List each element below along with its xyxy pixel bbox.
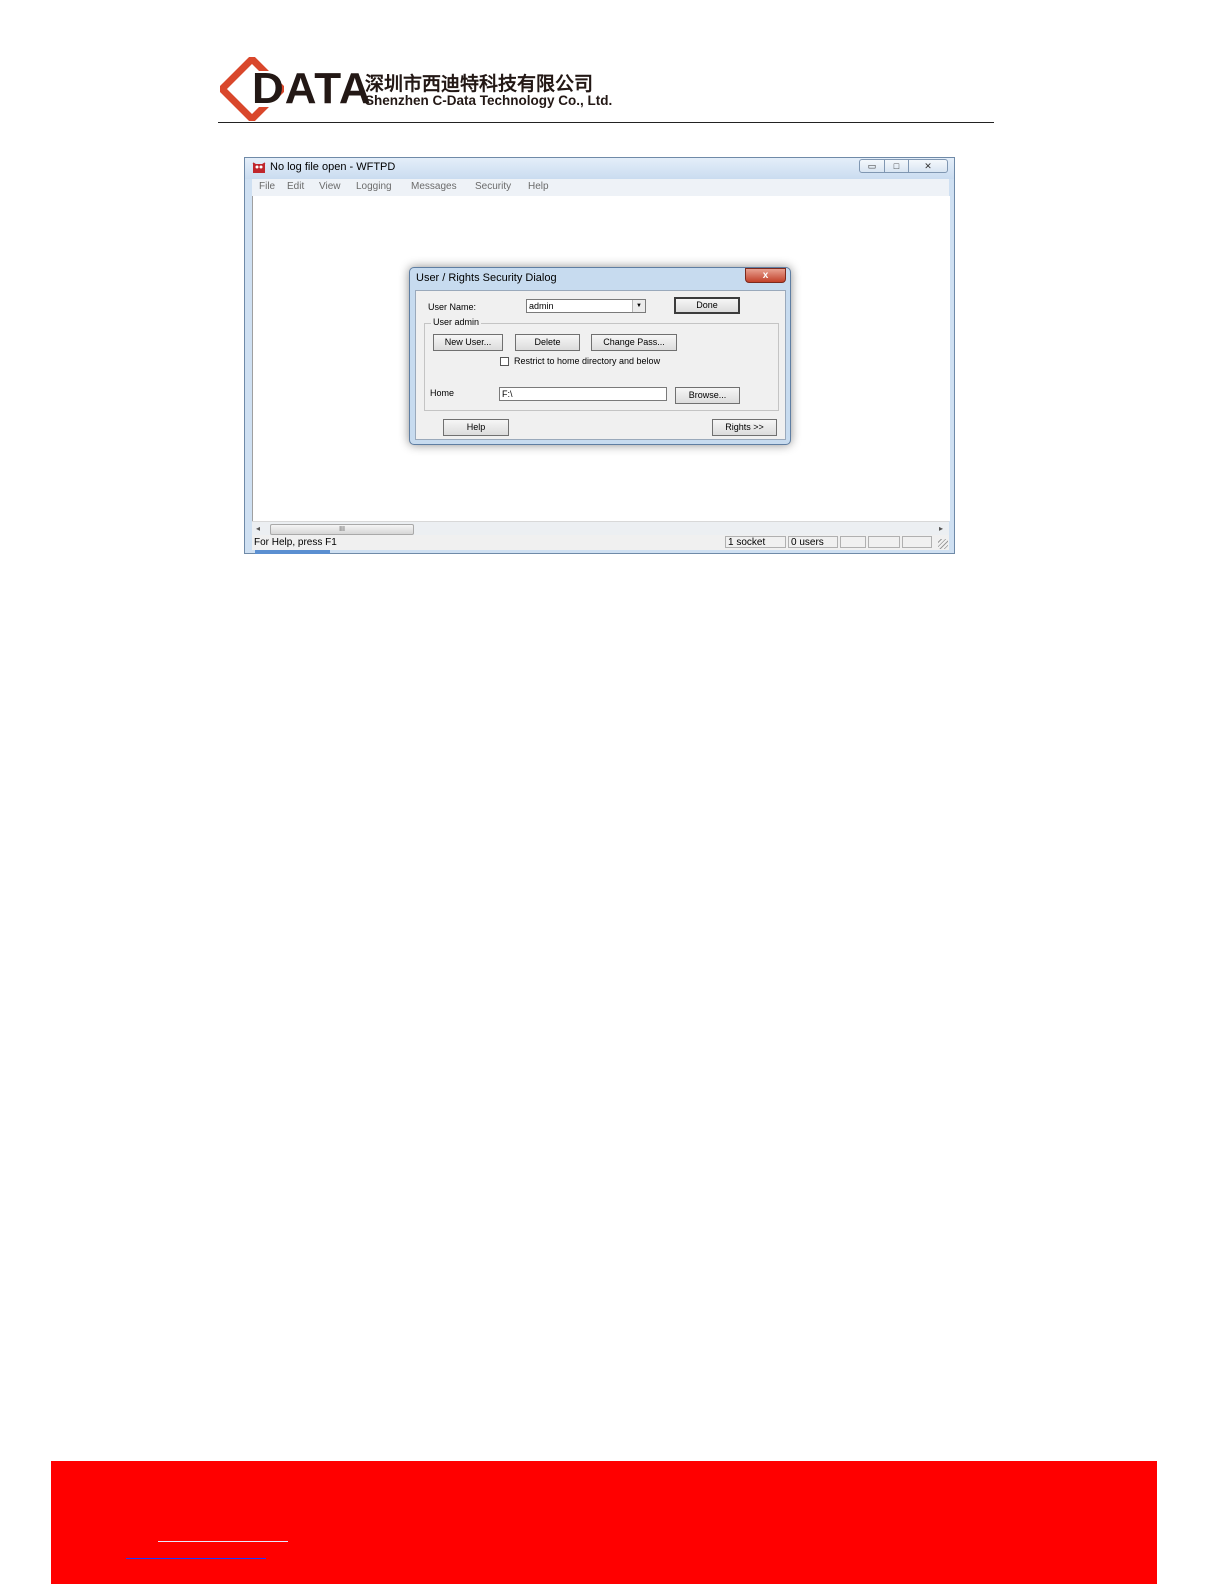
- user-admin-group: User admin New User... Delete Change Pas…: [424, 317, 779, 411]
- status-sockets: 1 socket: [725, 536, 786, 548]
- user-name-select[interactable]: admin ▼: [526, 299, 646, 313]
- restrict-home-checkbox[interactable]: [500, 357, 509, 366]
- restrict-home-label: Restrict to home directory and below: [514, 356, 661, 366]
- dialog-title: User / Rights Security Dialog: [416, 272, 557, 284]
- home-directory-input[interactable]: F:\: [499, 387, 667, 401]
- horizontal-scrollbar[interactable]: ◂ III ▸: [252, 521, 949, 536]
- taskbar-strip: [255, 550, 330, 554]
- chevron-down-icon[interactable]: ▼: [632, 300, 645, 312]
- menu-logging[interactable]: Logging: [356, 181, 392, 192]
- logo-wordmark: DATA: [252, 64, 372, 113]
- status-users: 0 users: [788, 536, 838, 548]
- status-cell-empty: [868, 536, 900, 548]
- menu-security[interactable]: Security: [475, 181, 511, 192]
- group-label: User admin: [431, 317, 482, 327]
- window-title-bar[interactable]: No log file open - WFTPD ▭ □ ✕: [245, 158, 954, 179]
- company-name-cn: 深圳市西迪特科技有限公司: [365, 73, 594, 95]
- header-divider: [218, 122, 994, 123]
- resize-grip-icon[interactable]: [938, 539, 948, 549]
- user-name-label: User Name:: [428, 302, 477, 312]
- status-help-text: For Help, press F1: [254, 537, 337, 548]
- footer-link-underline[interactable]: [158, 1541, 288, 1542]
- scroll-thumb[interactable]: III: [270, 524, 414, 535]
- menu-messages[interactable]: Messages: [411, 181, 457, 192]
- user-name-value: admin: [529, 301, 554, 311]
- menu-edit[interactable]: Edit: [287, 181, 304, 192]
- menu-view[interactable]: View: [319, 181, 341, 192]
- dialog-close-button[interactable]: x: [745, 268, 786, 283]
- company-name-en: Shenzhen C-Data Technology Co., Ltd.: [365, 93, 613, 108]
- status-bar: For Help, press F1 1 socket 0 users: [252, 535, 949, 550]
- rights-button[interactable]: Rights >>: [712, 419, 777, 436]
- company-logo: DATA 深圳市西迪特科技有限公司 Shenzhen C-Data Techno…: [220, 57, 612, 121]
- browse-button[interactable]: Browse...: [675, 387, 740, 404]
- window-title: No log file open - WFTPD: [270, 161, 396, 173]
- menu-file[interactable]: File: [259, 181, 275, 192]
- maximize-button[interactable]: □: [884, 159, 909, 173]
- help-button[interactable]: Help: [443, 419, 509, 436]
- done-button[interactable]: Done: [674, 297, 740, 314]
- menu-help[interactable]: Help: [528, 181, 549, 192]
- user-rights-dialog: User / Rights Security Dialog x User Nam…: [409, 267, 791, 445]
- page-footer: [51, 1461, 1157, 1584]
- minimize-button[interactable]: ▭: [859, 159, 885, 173]
- status-cell-empty: [840, 536, 866, 548]
- footer-link-underline[interactable]: [126, 1558, 266, 1559]
- new-user-button[interactable]: New User...: [433, 334, 503, 351]
- status-cell-empty: [902, 536, 932, 548]
- dialog-body: User Name: admin ▼ Done User admin New U…: [415, 290, 786, 440]
- app-icon: [252, 162, 266, 173]
- close-window-button[interactable]: ✕: [908, 159, 948, 173]
- home-label: Home: [430, 388, 455, 398]
- delete-user-button[interactable]: Delete: [515, 334, 580, 351]
- menu-bar: File Edit View Logging Messages Security…: [252, 179, 949, 197]
- change-pass-button[interactable]: Change Pass...: [591, 334, 677, 351]
- scroll-left-arrow-icon[interactable]: ◂: [256, 524, 260, 533]
- scroll-right-arrow-icon[interactable]: ▸: [939, 524, 943, 533]
